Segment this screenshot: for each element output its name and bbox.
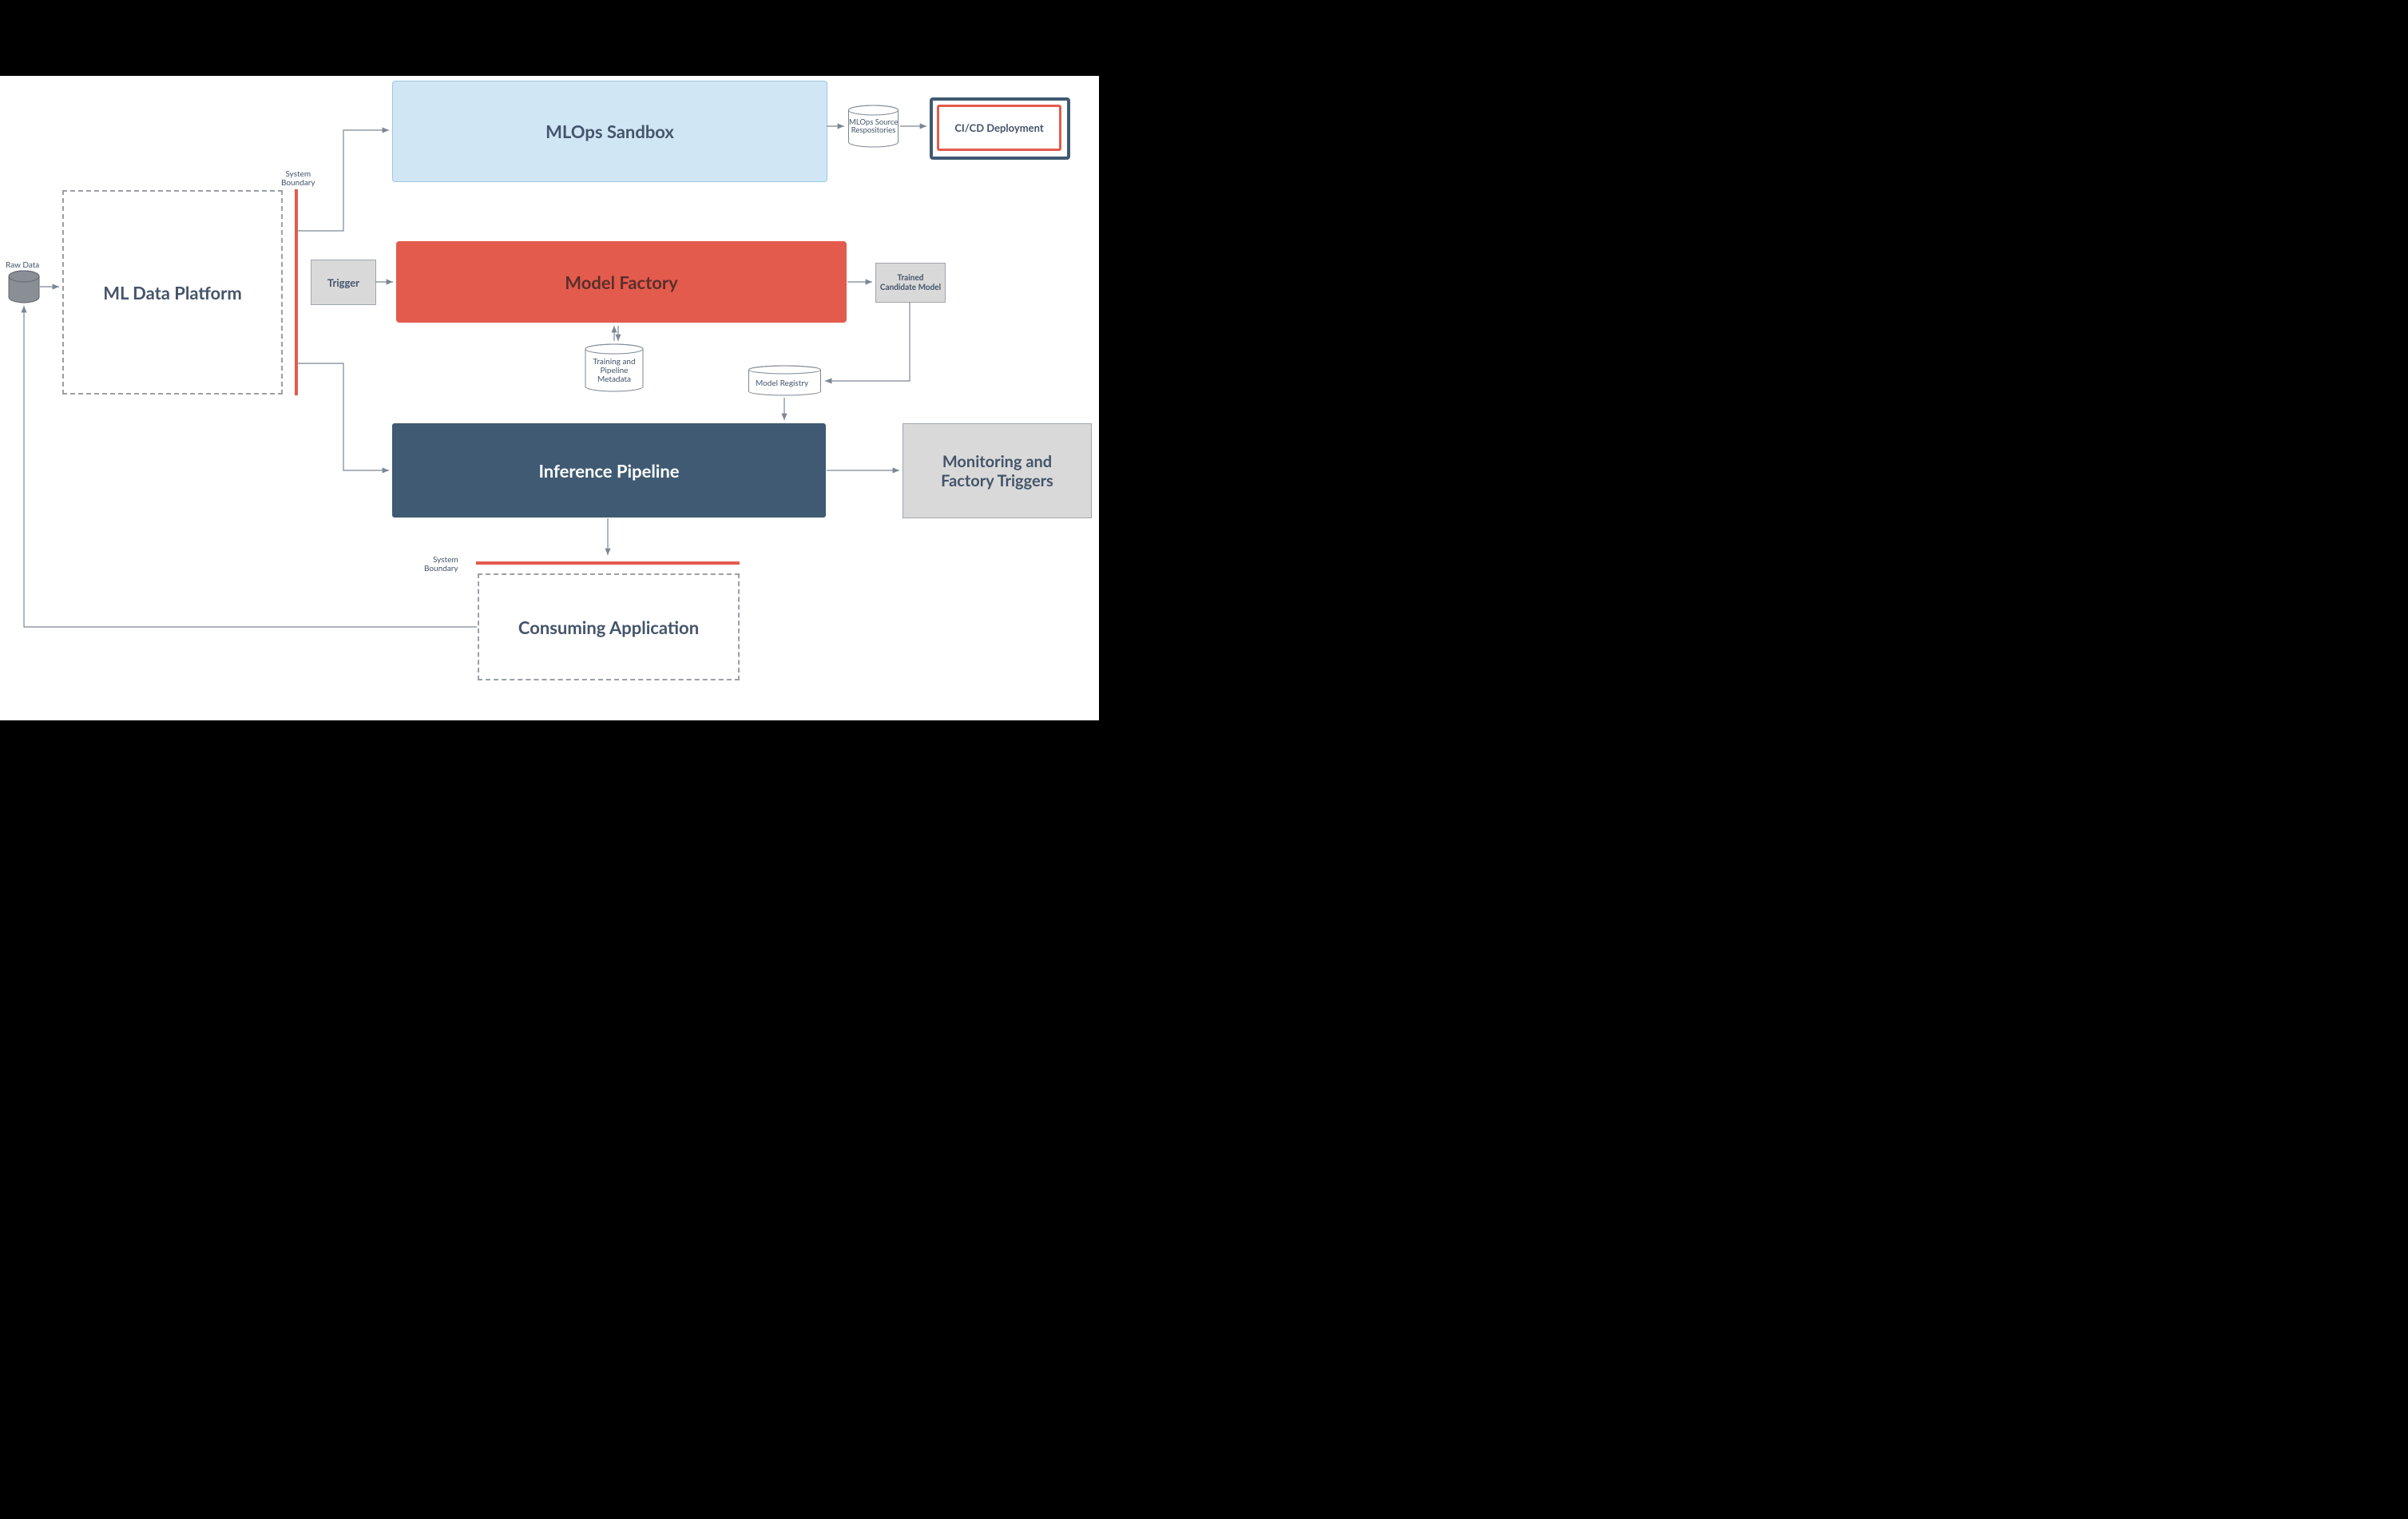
trained-candidate-model-box: Trained Candidate Model: [875, 263, 946, 303]
mlops-source-repos-label: MLOps Source Respositories: [849, 119, 898, 136]
inference-pipeline-title: Inference Pipeline: [538, 460, 679, 482]
monitoring-factory-triggers-box: Monitoring and Factory Triggers: [903, 423, 1092, 518]
model-registry-label: Model Registry: [756, 379, 808, 388]
system-boundary-bottom-line: [476, 561, 740, 565]
raw-data-cylinder-icon: [8, 270, 40, 303]
trained-candidate-model-title: Trained Candidate Model: [880, 273, 941, 292]
system-boundary-bottom-label: System Boundary: [424, 556, 458, 573]
training-metadata-label: Training and Pipeline Metadata: [585, 358, 643, 384]
ml-data-platform-box: ML Data Platform: [62, 190, 283, 395]
mlops-sandbox-box: MLOps Sandbox: [392, 81, 827, 182]
model-factory-box: Model Factory: [396, 241, 847, 323]
consuming-application-box: Consuming Application: [478, 573, 740, 680]
trigger-box: Trigger: [311, 260, 376, 305]
inference-pipeline-box: Inference Pipeline: [392, 423, 826, 518]
consuming-application-title: Consuming Application: [518, 617, 699, 638]
cicd-title: CI/CD Deployment: [954, 121, 1043, 134]
cicd-inner-box: CI/CD Deployment: [937, 105, 1061, 151]
system-boundary-top-line: [295, 189, 298, 395]
monitoring-factory-triggers-title: Monitoring and Factory Triggers: [941, 452, 1053, 490]
diagram-canvas: Raw Data ML Data Platform System Boundar…: [0, 76, 1099, 720]
model-factory-title: Model Factory: [565, 272, 677, 293]
ml-data-platform-title: ML Data Platform: [103, 282, 242, 303]
mlops-sandbox-title: MLOps Sandbox: [545, 121, 674, 142]
system-boundary-top-label: System Boundary: [281, 170, 315, 188]
trigger-title: Trigger: [327, 276, 359, 289]
raw-data-label: Raw Data: [6, 260, 39, 270]
